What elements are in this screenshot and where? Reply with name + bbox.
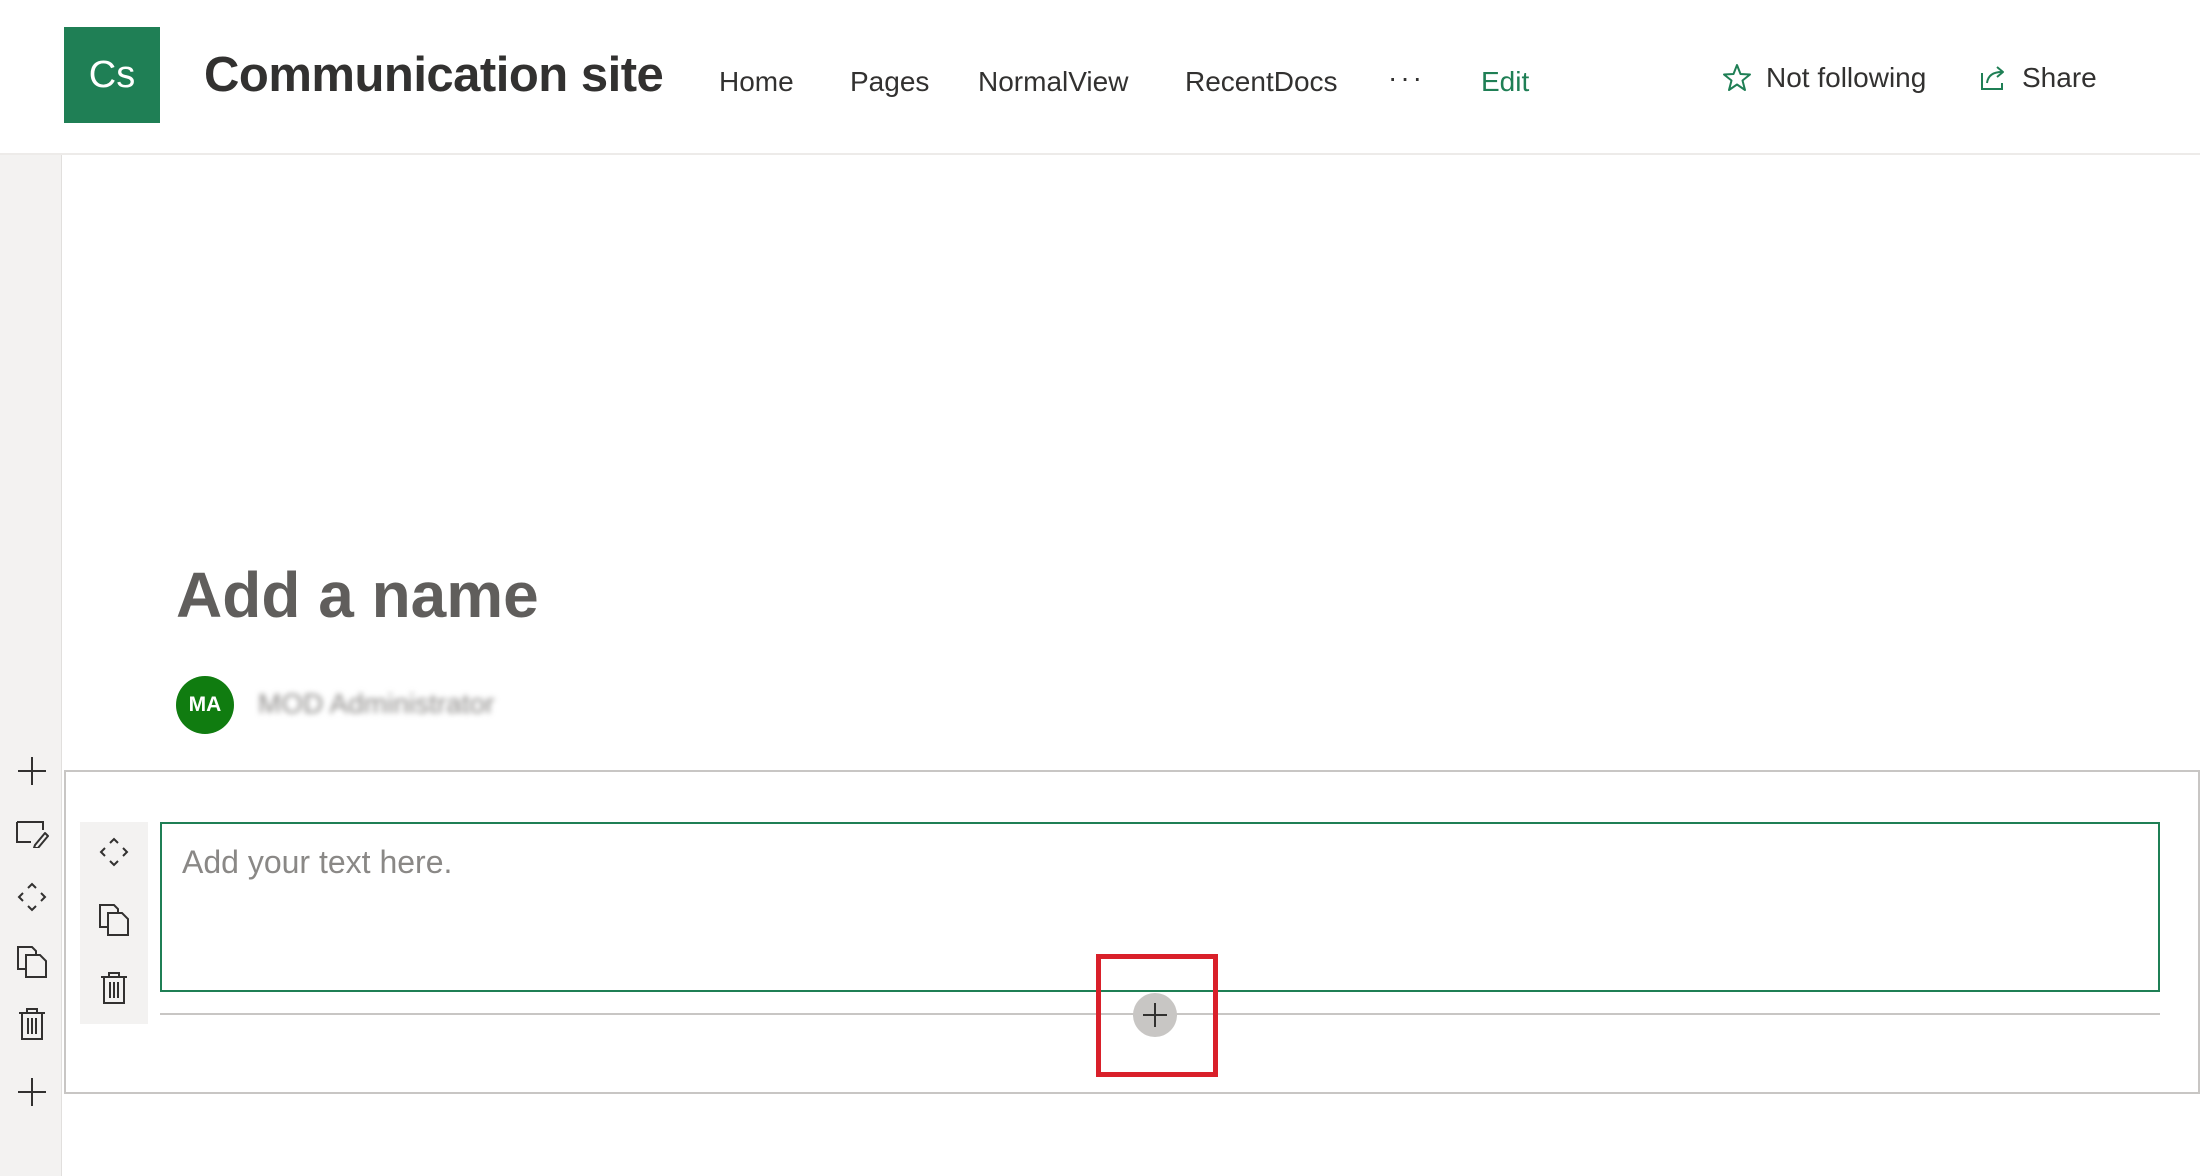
site-title[interactable]: Communication site [204, 47, 664, 103]
move-webpart-button[interactable] [94, 832, 134, 872]
site-logo[interactable]: Cs [64, 27, 160, 123]
nav-edit-link[interactable]: Edit [1481, 66, 1529, 98]
follow-button[interactable]: Not following [1722, 62, 1926, 94]
delete-section-icon [17, 1007, 47, 1041]
move-icon [98, 836, 130, 868]
move-section-button[interactable] [14, 879, 50, 915]
edit-section-button[interactable] [14, 815, 50, 851]
avatar-initials: MA [188, 693, 222, 716]
nav-item-recentdocs[interactable]: RecentDocs [1185, 66, 1338, 98]
move-section-icon [16, 881, 48, 913]
site-header: Cs Communication site Home Pages NormalV… [0, 0, 2200, 155]
add-section-icon [16, 755, 48, 787]
add-section-icon [16, 1076, 48, 1108]
share-label: Share [2022, 62, 2097, 93]
add-section-top-button[interactable] [14, 753, 50, 789]
text-placeholder: Add your text here. [182, 844, 453, 880]
site-logo-text: Cs [88, 53, 136, 96]
duplicate-icon [98, 903, 130, 937]
author-name: MOD Administrator [258, 688, 495, 719]
edit-section-icon [15, 818, 49, 848]
star-icon [1722, 63, 1766, 93]
webpart-toolbar [80, 822, 148, 1024]
duplicate-section-button[interactable] [14, 944, 50, 980]
delete-section-button[interactable] [14, 1006, 50, 1042]
delete-webpart-button[interactable] [94, 968, 134, 1008]
add-section-bottom-button[interactable] [14, 1074, 50, 1110]
delete-icon [99, 971, 129, 1005]
nav-item-normalview[interactable]: NormalView [978, 66, 1128, 98]
duplicate-webpart-button[interactable] [94, 900, 134, 940]
nav-more-button[interactable]: ··· [1388, 62, 1425, 94]
share-button[interactable]: Share [1978, 62, 2097, 94]
highlight-box [1096, 954, 1218, 1077]
section-toolbar-rail [0, 155, 62, 1176]
avatar: MA [176, 676, 234, 734]
share-icon [1978, 63, 2022, 93]
follow-label: Not following [1766, 62, 1927, 93]
nav-item-home[interactable]: Home [719, 66, 794, 98]
duplicate-section-icon [16, 945, 48, 979]
nav-item-pages[interactable]: Pages [850, 66, 929, 98]
page-title-input[interactable]: Add a name [176, 558, 539, 632]
